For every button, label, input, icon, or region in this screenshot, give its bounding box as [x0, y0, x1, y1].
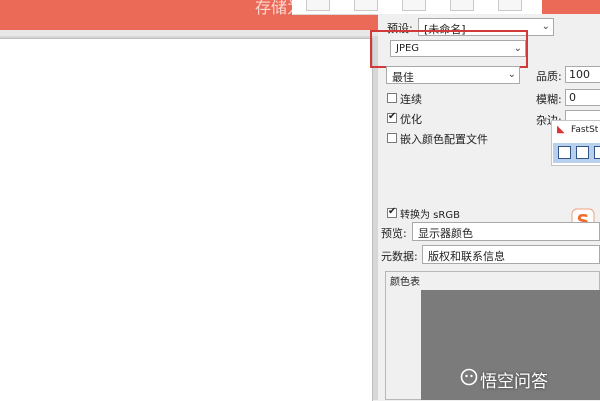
four-up-view-button[interactable] [450, 0, 474, 11]
quality-level-select[interactable]: 最佳 ⌄ [386, 66, 520, 84]
quality-input[interactable]: 100 [565, 66, 600, 83]
convert-srgb-checkbox[interactable]: ✔ [387, 206, 397, 218]
view-toolbar [292, 0, 542, 15]
progressive-label: 连续 [400, 93, 422, 106]
faststone-logo-icon: ◣ [557, 124, 565, 135]
color-table-label: 颜色表 [390, 277, 420, 288]
wukong-logo-icon [460, 368, 478, 386]
two-up-view-button[interactable] [402, 0, 426, 11]
preview-label: 预览: [381, 227, 407, 240]
capture-region-icon[interactable] [594, 146, 600, 159]
optimized-label: 优化 [400, 113, 422, 126]
open-folder-icon[interactable] [558, 146, 571, 159]
metadata-label: 元数据: [381, 250, 418, 263]
metadata-value: 版权和联系信息 [428, 250, 505, 263]
format-highlight-frame [370, 30, 528, 68]
image-preview-canvas[interactable] [0, 38, 373, 401]
faststone-toolbar [553, 143, 600, 163]
embed-profile-checkbox[interactable] [387, 133, 397, 143]
progressive-checkbox[interactable] [387, 93, 397, 103]
optimized-checkbox[interactable]: ✔ [387, 111, 397, 123]
preview-select[interactable]: 显示器颜色 [412, 222, 600, 241]
faststone-app-name: FastSt [571, 125, 599, 135]
preview-tab-strip [0, 30, 378, 36]
blur-input[interactable]: 0 [565, 89, 600, 106]
optimized-view-button[interactable] [354, 0, 378, 11]
blur-value: 0 [569, 91, 576, 104]
convert-srgb-label: 转换为 sRGB [400, 210, 460, 221]
quality-value: 100 [569, 68, 590, 81]
capture-window-icon[interactable] [576, 146, 589, 159]
chevron-down-icon: ⌄ [541, 21, 550, 32]
original-view-button[interactable] [306, 0, 330, 11]
quality-level-value: 最佳 [392, 71, 414, 84]
embed-profile-label: 嵌入颜色配置文件 [400, 133, 488, 146]
preview-value: 显示器颜色 [418, 227, 473, 240]
settings-button[interactable] [498, 0, 522, 11]
quality-label: 品质: [536, 70, 562, 83]
image-preview-area [0, 30, 378, 401]
check-icon: ✔ [388, 111, 397, 122]
faststone-capture-popup[interactable]: ◣ FastSt [551, 120, 600, 166]
blur-label: 模糊: [536, 93, 562, 106]
metadata-select[interactable]: 版权和联系信息 [422, 245, 600, 264]
chevron-down-icon: ⌄ [507, 69, 516, 80]
check-icon: ✔ [388, 206, 397, 217]
watermark-text: 悟空问答 [480, 372, 548, 392]
